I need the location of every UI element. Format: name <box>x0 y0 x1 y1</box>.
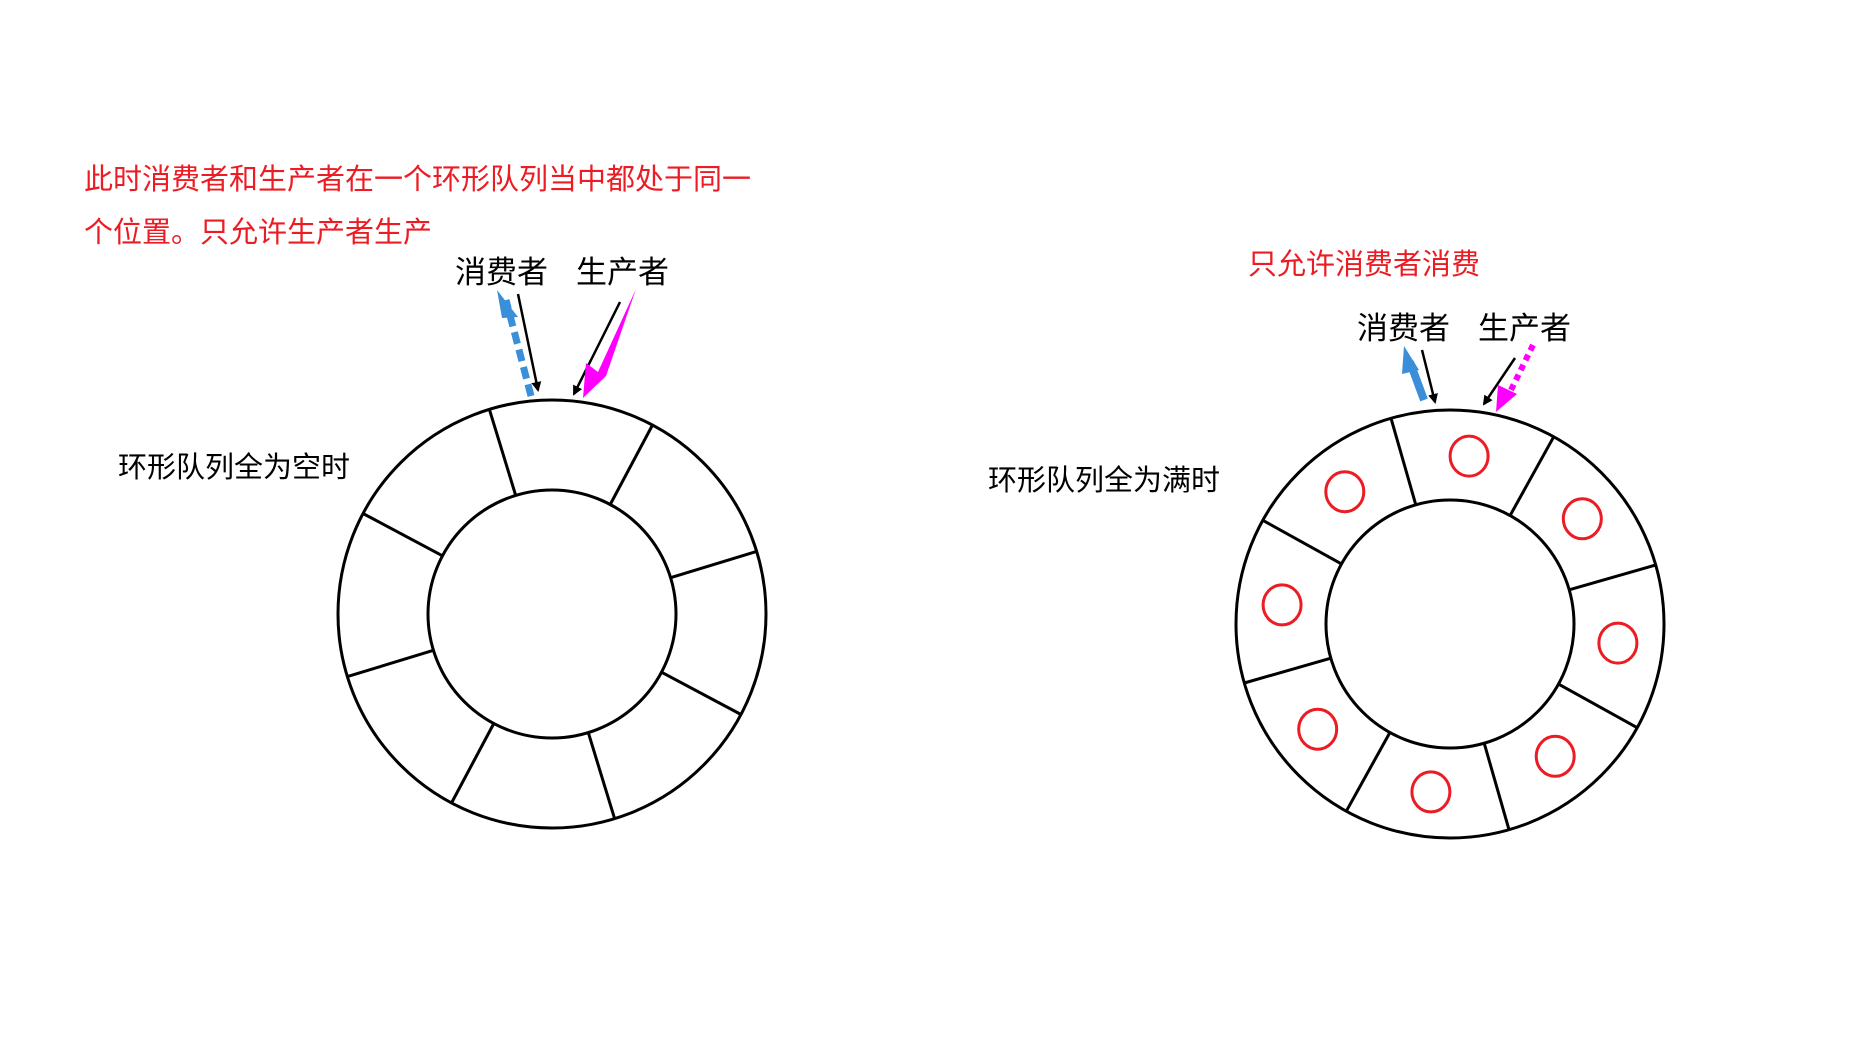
producer-moving-arrow-icon <box>583 289 636 398</box>
slot-divider <box>362 512 444 558</box>
slot-divider <box>586 732 617 820</box>
slot-divider <box>1389 417 1418 506</box>
queue-item-circle <box>1261 583 1303 627</box>
slot-dividers <box>1243 417 1657 831</box>
slot-divider <box>1568 563 1657 592</box>
queue-item-circle <box>1297 707 1339 751</box>
slot-divider <box>1508 436 1556 517</box>
right-state-label: 环形队列全为满时 <box>988 463 1221 497</box>
right-pointer-arrows <box>1402 343 1536 412</box>
slot-divider <box>1482 742 1511 831</box>
queue-item-circle <box>1324 470 1366 514</box>
left-state-label: 环形队列全为空时 <box>118 450 351 484</box>
full-ring-queue <box>1234 408 1666 840</box>
slot-divider <box>1262 518 1343 566</box>
consumer-arrowhead-icon <box>497 290 518 318</box>
slot-dividers <box>346 408 758 820</box>
right-note: 只允许消费者消费 <box>1248 247 1481 281</box>
slot-divider <box>1243 656 1332 685</box>
slot-divider <box>660 670 742 716</box>
outer-ring <box>336 398 768 830</box>
queue-item-circle <box>1448 434 1490 478</box>
inner-ring <box>426 488 678 740</box>
slot-divider <box>1344 731 1392 812</box>
left-producer-label: 生产者 <box>576 255 669 291</box>
ring-queue-diagram <box>336 289 1666 840</box>
slot-divider <box>450 722 496 804</box>
slot-divider <box>346 648 434 679</box>
empty-ring-queue <box>336 398 768 830</box>
left-consumer-label: 消费者 <box>455 255 548 291</box>
slot-divider <box>1557 682 1638 730</box>
queue-item-circle <box>1561 497 1603 541</box>
outer-ring <box>1234 408 1666 840</box>
inner-ring <box>1324 498 1576 750</box>
left-note-line-2: 个位置。只允许生产者生产 <box>84 215 433 249</box>
consumer-arrowhead-icon <box>1402 346 1419 374</box>
queue-item-circle <box>1410 770 1452 814</box>
left-pointer-arrows <box>497 289 636 398</box>
slot-divider <box>670 549 758 580</box>
queue-item-circle <box>1534 734 1576 778</box>
queue-items <box>1261 434 1639 814</box>
queue-item-circle <box>1597 621 1639 665</box>
slot-divider <box>608 424 654 506</box>
right-consumer-label: 消费者 <box>1357 311 1450 347</box>
producer-moving-arrow-icon <box>1507 343 1536 394</box>
right-producer-label: 生产者 <box>1478 311 1571 347</box>
slot-divider <box>487 408 518 496</box>
left-note-line-1: 此时消费者和生产者在一个环形队列当中都处于同一 <box>84 162 752 196</box>
